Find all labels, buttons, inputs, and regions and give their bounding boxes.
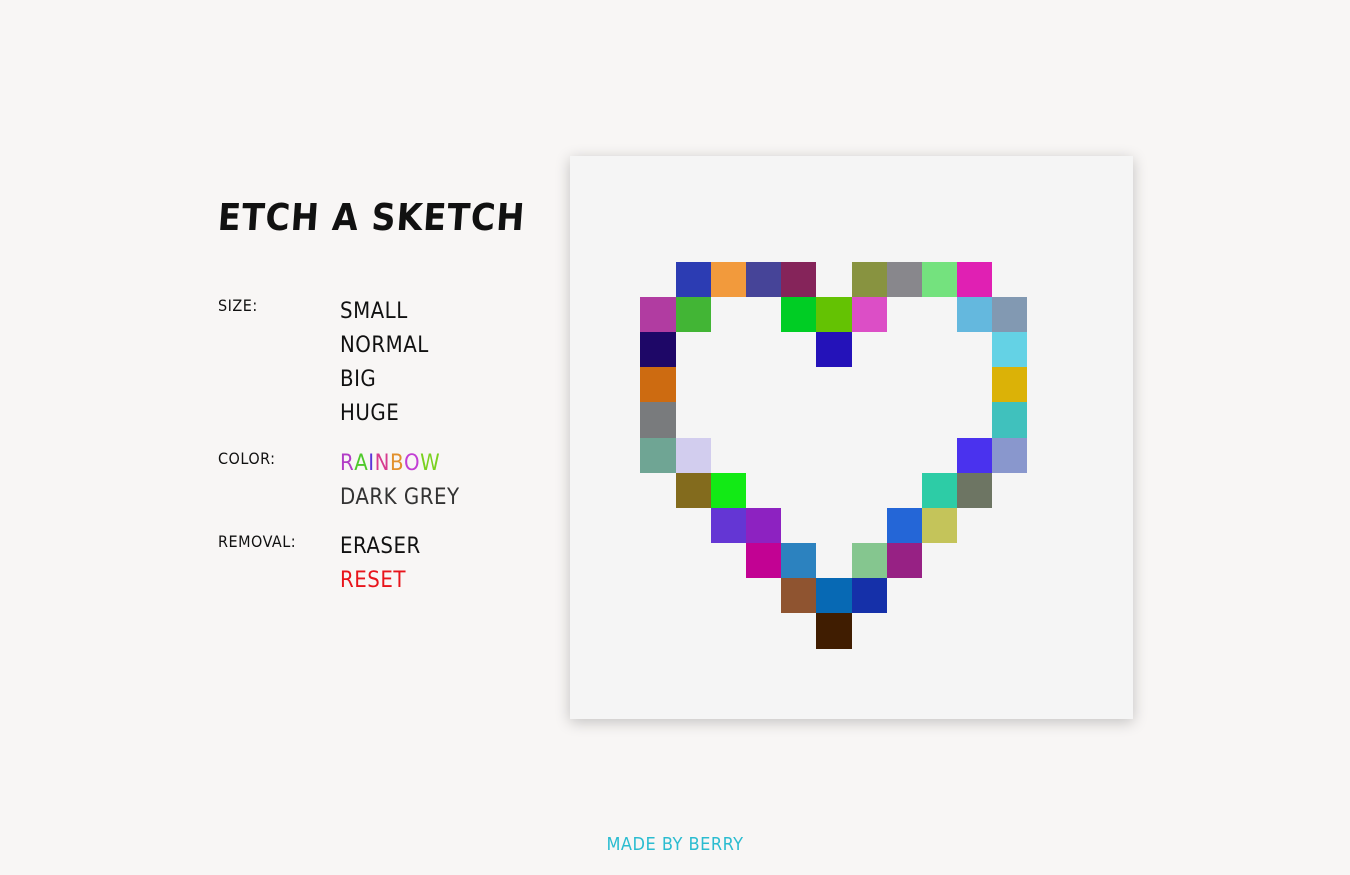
- grid-cell[interactable]: [816, 578, 852, 614]
- size-huge-button[interactable]: Huge: [340, 401, 399, 426]
- page: Etch a Sketch Size: Small Normal Big Hug…: [0, 0, 1350, 875]
- grid-cell[interactable]: [640, 402, 676, 438]
- grid-cell[interactable]: [675, 437, 711, 473]
- grid-cell[interactable]: [781, 261, 817, 297]
- footer-credit: Made by Berry: [606, 834, 744, 855]
- grid-cell[interactable]: [851, 296, 887, 332]
- grid-cell[interactable]: [957, 296, 993, 332]
- grid-cell[interactable]: [640, 296, 676, 332]
- grid-cell[interactable]: [851, 261, 887, 297]
- grid-cell[interactable]: [675, 472, 711, 508]
- size-label: Size:: [218, 296, 258, 315]
- rainbow-letter: B: [389, 451, 405, 476]
- grid-cell[interactable]: [992, 296, 1028, 332]
- grid-cell[interactable]: [675, 261, 711, 297]
- grid-cell[interactable]: [640, 331, 676, 368]
- grid-cell[interactable]: [745, 261, 782, 297]
- reset-button[interactable]: Reset: [340, 568, 406, 593]
- grid-cell[interactable]: [816, 296, 852, 332]
- grid-cell[interactable]: [957, 472, 993, 508]
- grid-cell[interactable]: [992, 367, 1028, 403]
- sketch-grid[interactable]: [570, 156, 1133, 719]
- grid-cell[interactable]: [816, 331, 852, 368]
- rainbow-letter: O: [404, 451, 421, 476]
- grid-cell[interactable]: [992, 331, 1028, 368]
- size-big-button[interactable]: Big: [340, 367, 376, 392]
- grid-cell[interactable]: [921, 472, 958, 508]
- grid-cell[interactable]: [886, 507, 922, 544]
- grid-cell[interactable]: [640, 437, 676, 473]
- grid-cell[interactable]: [921, 261, 958, 297]
- size-normal-button[interactable]: Normal: [340, 333, 429, 358]
- removal-label: Removal:: [218, 532, 297, 551]
- grid-cell[interactable]: [886, 543, 922, 579]
- rainbow-letter: A: [354, 451, 369, 476]
- dark-grey-color-button[interactable]: Dark Grey: [340, 485, 460, 510]
- grid-cell[interactable]: [710, 472, 746, 508]
- grid-cell[interactable]: [710, 261, 746, 297]
- eraser-button[interactable]: Eraser: [340, 534, 421, 559]
- rainbow-letter: N: [374, 451, 390, 476]
- grid-cell[interactable]: [957, 261, 993, 297]
- grid-cell[interactable]: [781, 296, 817, 332]
- size-small-button[interactable]: Small: [340, 299, 408, 324]
- grid-cell[interactable]: [992, 437, 1028, 473]
- rainbow-letter: W: [420, 451, 441, 476]
- grid-cell[interactable]: [710, 507, 746, 544]
- grid-cell[interactable]: [851, 543, 887, 579]
- grid-cell[interactable]: [992, 402, 1028, 438]
- grid-cell[interactable]: [886, 261, 922, 297]
- grid-cell[interactable]: [675, 296, 711, 332]
- grid-cell[interactable]: [851, 578, 887, 614]
- rainbow-letter: R: [340, 451, 355, 476]
- grid-cell[interactable]: [640, 367, 676, 403]
- grid-cell[interactable]: [921, 507, 958, 544]
- color-label: Color:: [218, 449, 276, 468]
- grid-cell[interactable]: [816, 613, 852, 649]
- grid-cell[interactable]: [745, 507, 782, 544]
- grid-cell[interactable]: [781, 543, 817, 579]
- grid-cell[interactable]: [745, 543, 782, 579]
- grid-cell[interactable]: [957, 437, 993, 473]
- page-title: Etch a Sketch: [216, 196, 527, 239]
- rainbow-color-button[interactable]: RAINBOW: [340, 451, 440, 476]
- grid-cell[interactable]: [781, 578, 817, 614]
